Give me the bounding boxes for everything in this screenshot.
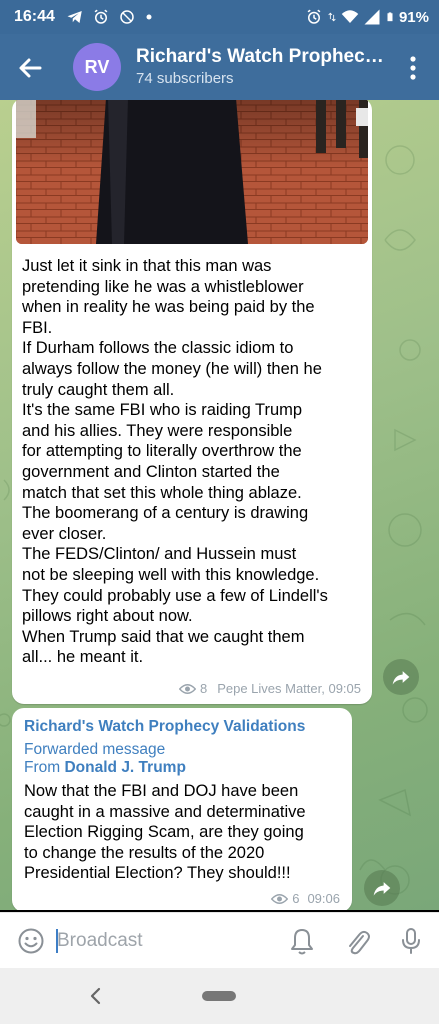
from-label: From bbox=[24, 759, 61, 776]
share-arrow-icon bbox=[392, 671, 410, 685]
post-photo[interactable] bbox=[16, 100, 368, 244]
dot-icon bbox=[146, 14, 152, 20]
emoji-icon[interactable] bbox=[17, 927, 45, 955]
post-line: all... he meant it. bbox=[22, 648, 144, 667]
channel-title[interactable]: Richard's Watch Prophecy Validations bbox=[136, 46, 386, 68]
post-line: for attempting to literally overthrow th… bbox=[22, 442, 302, 461]
alarm-icon bbox=[94, 9, 108, 24]
channel-post[interactable]: Just let it sink in that this man was pr… bbox=[12, 100, 372, 704]
eye-icon bbox=[271, 893, 289, 904]
post-line: government and Clinton started the bbox=[22, 462, 280, 481]
post-line: always follow the money (he will) then h… bbox=[22, 359, 322, 378]
more-options-icon[interactable] bbox=[401, 54, 425, 82]
wifi-icon bbox=[341, 10, 359, 23]
no-disturb-icon bbox=[120, 10, 134, 24]
eye-icon bbox=[178, 683, 196, 694]
post-line: It's the same FBI who is raiding Trump bbox=[22, 401, 303, 420]
signal-icon bbox=[364, 9, 380, 25]
post-line: to change the results of the 2020 bbox=[24, 843, 265, 862]
post-line: The boomerang of a century is drawing bbox=[22, 504, 309, 523]
message-list[interactable]: Just let it sink in that this man was pr… bbox=[0, 100, 439, 910]
forwarded-author[interactable]: Donald J. Trump bbox=[64, 759, 185, 776]
post-line: They could probably use a few of Lindell… bbox=[22, 586, 328, 605]
broadcast-input-bar: Broadcast bbox=[0, 912, 439, 968]
post-author-channel[interactable]: Richard's Watch Prophecy Validations bbox=[24, 718, 305, 736]
post-line: caught in a massive and determinative bbox=[24, 802, 306, 821]
post-meta: 6 09:06 bbox=[271, 891, 340, 906]
forwarded-from[interactable]: From Donald J. Trump bbox=[24, 759, 186, 777]
post-signature: Pepe Lives Matter, 09:05 bbox=[217, 681, 361, 696]
bell-icon[interactable] bbox=[288, 926, 316, 956]
post-text: Just let it sink in that this man was pr… bbox=[22, 256, 364, 668]
post-line: pillows right about now. bbox=[22, 607, 193, 626]
forwarded-post[interactable]: Richard's Watch Prophecy Validations For… bbox=[12, 708, 352, 910]
home-pill[interactable] bbox=[202, 991, 236, 1001]
status-time: 16:44 bbox=[14, 8, 55, 25]
post-meta: 8 Pepe Lives Matter, 09:05 bbox=[178, 681, 361, 696]
channel-avatar[interactable]: RV bbox=[73, 43, 121, 91]
post-line: and his allies. They were responsible bbox=[22, 421, 293, 440]
post-line: If Durham follows the classic idiom to bbox=[22, 339, 294, 358]
attach-icon[interactable] bbox=[343, 926, 371, 956]
microphone-icon[interactable] bbox=[397, 926, 425, 956]
post-time: 09:06 bbox=[307, 891, 340, 906]
system-nav-bar bbox=[0, 968, 439, 1024]
post-line: FBI. bbox=[22, 318, 53, 337]
post-line: When Trump said that we caught them bbox=[22, 627, 305, 646]
post-line: Presidential Election? They should!!! bbox=[24, 864, 291, 883]
back-arrow-icon[interactable] bbox=[14, 52, 46, 84]
post-line: match that set this whole thing ablaze. bbox=[22, 483, 302, 502]
post-line: ever closer. bbox=[22, 524, 107, 543]
battery-level: 91% bbox=[398, 8, 429, 26]
nav-back-icon[interactable] bbox=[84, 984, 108, 1008]
post-line: when in reality he was being paid by the bbox=[22, 298, 315, 317]
broadcast-input[interactable]: Broadcast bbox=[57, 930, 143, 952]
subscriber-count: 74 subscribers bbox=[136, 70, 234, 87]
data-arrows-icon bbox=[328, 12, 336, 22]
forwarded-label: Forwarded message bbox=[24, 741, 166, 758]
share-arrow-icon bbox=[373, 882, 391, 896]
post-text: Now that the FBI and DOJ have been caugh… bbox=[24, 781, 344, 884]
alarm-icon bbox=[307, 9, 321, 24]
share-button[interactable] bbox=[383, 659, 419, 695]
telegram-icon bbox=[67, 11, 82, 23]
post-line: not be sleeping well with this knowledge… bbox=[22, 565, 320, 584]
post-line: truly caught them all. bbox=[22, 380, 175, 399]
post-line: pretending like he was a whistleblower bbox=[22, 277, 304, 296]
post-line: The FEDS/Clinton/ and Hussein must bbox=[22, 545, 297, 564]
post-line: Election Rigging Scam, are they going bbox=[24, 823, 304, 842]
chat-header: RV Richard's Watch Prophecy Validations … bbox=[0, 34, 439, 100]
status-bar: 16:44 91% bbox=[0, 0, 439, 34]
share-button[interactable] bbox=[364, 870, 400, 906]
post-line: Just let it sink in that this man was bbox=[22, 257, 272, 275]
view-count: 8 bbox=[199, 681, 208, 696]
post-line: Now that the FBI and DOJ have been bbox=[24, 782, 299, 800]
view-count: 6 bbox=[292, 891, 300, 906]
battery-icon bbox=[387, 12, 393, 22]
photo-image bbox=[16, 100, 368, 244]
